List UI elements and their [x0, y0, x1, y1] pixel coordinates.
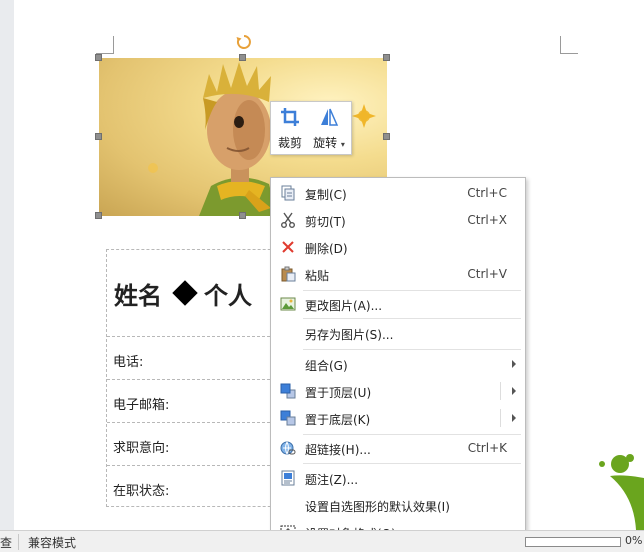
- menu-item-label: 更改图片(A)...: [305, 299, 383, 313]
- menu-item-label: 超链接(H)...: [305, 443, 371, 457]
- job-intent-label: 求职意向:: [113, 441, 170, 456]
- menu-item-label: 组合(G): [305, 359, 348, 373]
- resize-handle-bottom-left[interactable]: [95, 212, 102, 219]
- shortcut-text: Ctrl+X: [467, 213, 507, 227]
- crop-icon: [281, 108, 299, 126]
- scissors-icon: [281, 212, 295, 228]
- table-row[interactable]: 电子邮箱:: [107, 379, 295, 422]
- status-divider: [18, 534, 19, 550]
- menu-item-label: 另存为图片(S)...: [305, 328, 394, 342]
- resize-handle-top-middle[interactable]: [239, 54, 246, 61]
- context-menu: 复制(C) Ctrl+C 剪切(T) Ctrl+X 删除(D) 粘贴 Ctrl+…: [270, 177, 526, 547]
- menu-separator: [303, 318, 521, 319]
- menu-item-default-shape-effect[interactable]: 设置自选图形的默认效果(I): [271, 492, 525, 518]
- green-leaf-decoration: [599, 454, 644, 530]
- menu-item-paste[interactable]: 粘贴 Ctrl+V: [271, 261, 525, 287]
- menu-item-label: 剪切(T): [305, 215, 346, 229]
- menu-item-label: 置于底层(K): [305, 413, 371, 427]
- crop-label: 裁剪: [277, 136, 302, 150]
- rotate-handle-icon[interactable]: [236, 34, 252, 50]
- diamond-icon: [172, 280, 198, 306]
- submenu-arrow-icon[interactable]: [512, 414, 516, 422]
- rotate-dropdown-button[interactable]: 旋转 ▾: [309, 106, 349, 152]
- rotate-label: 旋转: [313, 136, 338, 150]
- title-name-text: 姓名: [114, 282, 162, 310]
- crop-mark-top-left: [96, 36, 114, 54]
- menu-separator: [303, 463, 521, 464]
- hyperlink-icon: [280, 441, 296, 455]
- resume-title-row[interactable]: 姓名 个人: [107, 250, 295, 336]
- zoom-percent[interactable]: 0%: [625, 534, 642, 547]
- table-row[interactable]: 在职状态:: [107, 465, 295, 508]
- menu-item-label: 题注(Z)...: [305, 473, 359, 487]
- resize-handle-middle-right[interactable]: [383, 133, 390, 140]
- table-row[interactable]: 求职意向:: [107, 422, 295, 465]
- compatibility-mode-label: 兼容模式: [28, 536, 77, 550]
- picture-mini-toolbar: 裁剪 旋转 ▾: [270, 101, 352, 155]
- menu-item-caption[interactable]: 题注(Z)...: [271, 465, 525, 491]
- menu-item-save-as-picture[interactable]: 另存为图片(S)...: [271, 320, 525, 346]
- resize-handle-middle-left[interactable]: [95, 133, 102, 140]
- split-divider: [500, 382, 501, 400]
- rotate-flip-icon: [321, 108, 339, 126]
- left-gutter: [0, 0, 14, 530]
- phone-label: 电话:: [113, 355, 144, 370]
- chevron-down-icon: ▾: [340, 140, 345, 149]
- employment-status-label: 在职状态:: [113, 484, 170, 499]
- menu-item-label: 删除(D): [305, 242, 348, 256]
- menu-item-label: 粘贴: [305, 269, 330, 283]
- copy-icon: [281, 185, 295, 201]
- menu-item-label: 置于顶层(U): [305, 386, 372, 400]
- menu-item-cut[interactable]: 剪切(T) Ctrl+X: [271, 207, 525, 233]
- menu-item-send-to-back[interactable]: 置于底层(K): [271, 405, 525, 431]
- status-fragment: 查: [0, 536, 13, 550]
- menu-item-label: 复制(C): [305, 188, 347, 202]
- crop-mark-top-right: [560, 36, 578, 54]
- split-divider: [500, 409, 501, 427]
- send-to-back-icon: [280, 410, 296, 426]
- resize-handle-top-right[interactable]: [383, 54, 390, 61]
- submenu-arrow-icon[interactable]: [512, 387, 516, 395]
- resize-handle-bottom-middle[interactable]: [239, 212, 246, 219]
- status-bar: 查 兼容模式 0%: [0, 530, 644, 552]
- menu-item-copy[interactable]: 复制(C) Ctrl+C: [271, 180, 525, 206]
- crop-button[interactable]: 裁剪: [273, 106, 307, 152]
- menu-item-label: 设置自选图形的默认效果(I): [305, 500, 450, 514]
- title-rest-text: 个人: [204, 282, 252, 310]
- menu-separator: [303, 349, 521, 350]
- bring-to-front-icon: [280, 383, 296, 399]
- menu-item-hyperlink[interactable]: 超链接(H)... Ctrl+K: [271, 435, 525, 461]
- progress-bar: [525, 537, 621, 547]
- table-row[interactable]: 电话:: [107, 336, 295, 379]
- menu-item-delete[interactable]: 删除(D): [271, 234, 525, 260]
- caption-icon: [281, 470, 295, 486]
- menu-item-change-picture[interactable]: 更改图片(A)...: [271, 291, 525, 317]
- email-label: 电子邮箱:: [113, 398, 170, 413]
- shortcut-text: Ctrl+K: [467, 441, 507, 455]
- menu-item-group[interactable]: 组合(G): [271, 351, 525, 377]
- delete-x-icon: [282, 241, 294, 253]
- shortcut-text: Ctrl+C: [467, 186, 507, 200]
- change-picture-icon: [280, 297, 296, 311]
- shortcut-text: Ctrl+V: [467, 267, 507, 281]
- submenu-arrow-icon: [512, 360, 516, 368]
- paste-icon: [281, 266, 296, 282]
- menu-item-bring-to-front[interactable]: 置于顶层(U): [271, 378, 525, 404]
- resize-handle-top-left[interactable]: [95, 54, 102, 61]
- resume-title: 姓名 个人: [114, 276, 252, 311]
- resume-table: 姓名 个人 电话: 电子邮箱: 求职意向: 在职状态:: [106, 249, 296, 507]
